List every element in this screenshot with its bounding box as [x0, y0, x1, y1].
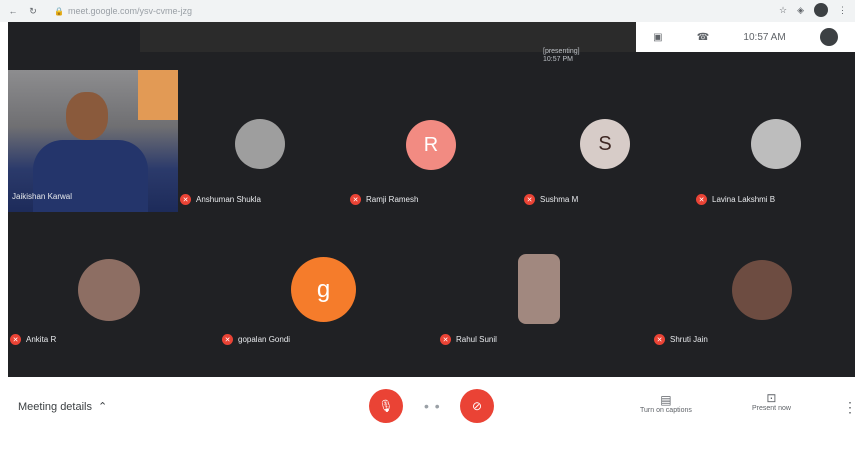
profile-avatar[interactable] — [814, 3, 828, 17]
participant-avatar — [235, 119, 285, 169]
mic-off-icon: ✕ — [222, 334, 233, 345]
participant-name: ✕ Lavina Lakshmi B — [696, 194, 775, 205]
participant-avatar-letter: R — [406, 120, 456, 170]
mic-off-icon: ✕ — [524, 194, 535, 205]
participant-name: ✕ Rahul Sunil — [440, 334, 497, 345]
bottom-control-bar: Meeting details ⌃ 🎙 • • ⊘ ▤ Turn on capt… — [0, 377, 855, 450]
chevron-up-icon: ⌃ — [98, 401, 108, 413]
meeting-grid: [presenting] 10:57 PM Jaikishan Karwal ✕… — [8, 22, 855, 377]
reload-icon[interactable]: ↻ — [26, 6, 40, 17]
avatar[interactable] — [819, 28, 838, 46]
participant-avatar — [518, 254, 560, 324]
caption-icon: ▤ — [660, 393, 672, 407]
phone-icon[interactable]: ☎ — [697, 32, 709, 43]
camera-toggle-button[interactable]: ⊘ — [460, 389, 494, 423]
browser-bar: ← ↻ 🔒 meet.google.com/ysv-cvme-jzg ☆ ◈ ⋮ — [0, 0, 855, 22]
lock-icon: 🔒 — [54, 6, 64, 16]
participant-avatar — [732, 260, 792, 320]
participant-video[interactable] — [8, 70, 178, 212]
participant-avatar-letter: g — [291, 257, 356, 322]
present-icon: ⊡ — [766, 391, 777, 405]
participant-avatar: S — [580, 119, 630, 169]
participant-name: ✕ Sushma M — [524, 194, 578, 205]
mic-off-icon: ✕ — [350, 194, 361, 205]
more-dots-icon: • • — [424, 398, 441, 414]
participant-avatar — [78, 259, 140, 321]
clock: 10:57 AM — [743, 31, 786, 43]
extension-icon[interactable]: ◈ — [797, 5, 804, 16]
participant-name: ✕ Anshuman Shukla — [180, 194, 261, 205]
meeting-details-button[interactable]: Meeting details ⌃ — [18, 400, 108, 414]
participant-avatar — [751, 119, 801, 169]
address-bar[interactable]: 🔒 meet.google.com/ysv-cvme-jzg — [54, 6, 192, 16]
caption-icon[interactable]: ▣ — [653, 32, 662, 43]
star-icon[interactable]: ☆ — [779, 5, 787, 16]
present-now-button[interactable]: ⊡ Present now — [752, 391, 791, 412]
camera-off-icon: ⊘ — [471, 399, 483, 413]
mic-off-icon: ✕ — [180, 194, 191, 205]
participant-name: ✕ Ankita R — [10, 334, 56, 345]
status-panel: ▣ ☎ 10:57 AM — [636, 22, 855, 52]
back-arrow-icon[interactable]: ← — [6, 6, 20, 16]
url-text: meet.google.com/ysv-cvme-jzg — [67, 6, 193, 16]
more-options-icon[interactable]: ⋮ — [843, 399, 855, 416]
mic-off-icon: ✕ — [10, 334, 21, 345]
mic-toggle-button[interactable]: 🎙 — [369, 389, 403, 423]
mic-off-icon: 🎙 — [378, 399, 394, 413]
menu-icon[interactable]: ⋮ — [838, 5, 847, 16]
mic-off-icon: ✕ — [440, 334, 451, 345]
captions-button[interactable]: ▤ Turn on captions — [640, 393, 692, 414]
participant-name: ✕ gopalan Gondi — [222, 334, 290, 345]
participant-name: Jaikishan Karwal — [12, 192, 73, 201]
presenting-label: [presenting] 10:57 PM — [543, 48, 580, 63]
mic-off-icon: ✕ — [696, 194, 707, 205]
mic-off-icon: ✕ — [654, 334, 665, 345]
participant-name: ✕ Ramji Ramesh — [350, 194, 418, 205]
participant-name: ✕ Shruti Jain — [654, 334, 708, 345]
